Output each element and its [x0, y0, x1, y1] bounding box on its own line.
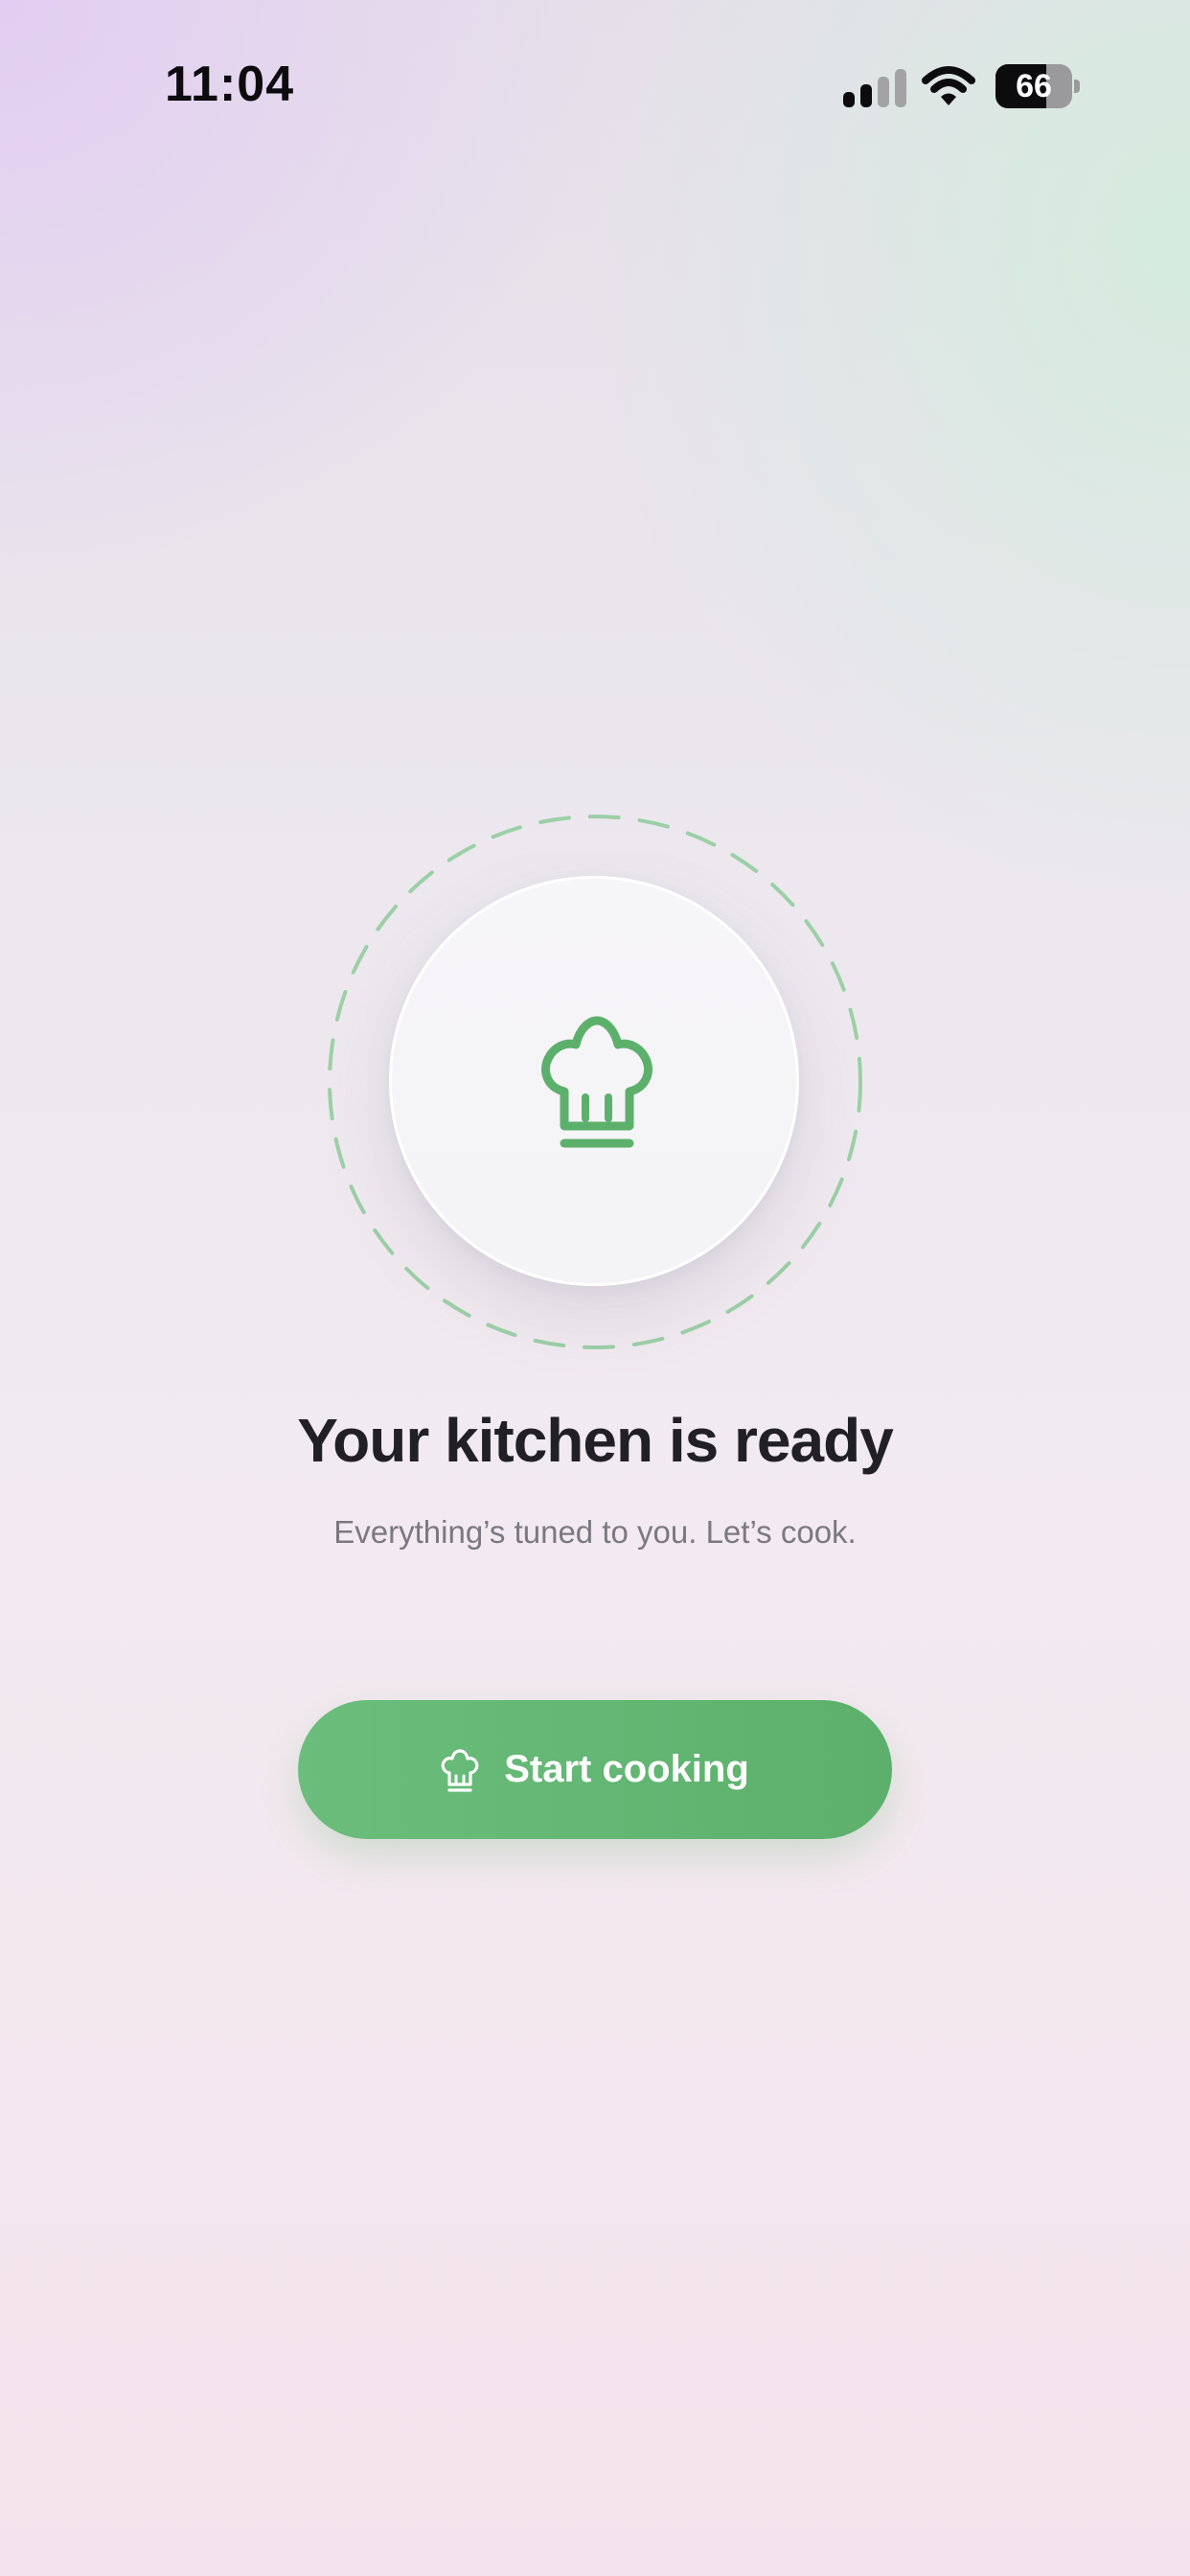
page-subtitle: Everything’s tuned to you. Let’s cook. [333, 1514, 857, 1550]
start-cooking-label: Start cooking [504, 1748, 749, 1790]
battery-icon: 66 [995, 64, 1080, 110]
status-time: 11:04 [165, 57, 295, 112]
chef-hat-icon [541, 1016, 652, 1148]
hero-icon-circle [389, 876, 799, 1286]
battery-body: 66 [995, 64, 1072, 108]
battery-cap [1074, 80, 1080, 93]
wifi-icon [922, 66, 975, 105]
chef-hat-icon [441, 1748, 479, 1792]
start-cooking-button[interactable]: Start cooking [298, 1700, 892, 1839]
battery-level: 66 [1016, 68, 1052, 104]
cellular-signal-icon [843, 67, 906, 107]
status-bar: 11:04 66 [0, 0, 1190, 172]
page-title: Your kitchen is ready [297, 1406, 894, 1475]
